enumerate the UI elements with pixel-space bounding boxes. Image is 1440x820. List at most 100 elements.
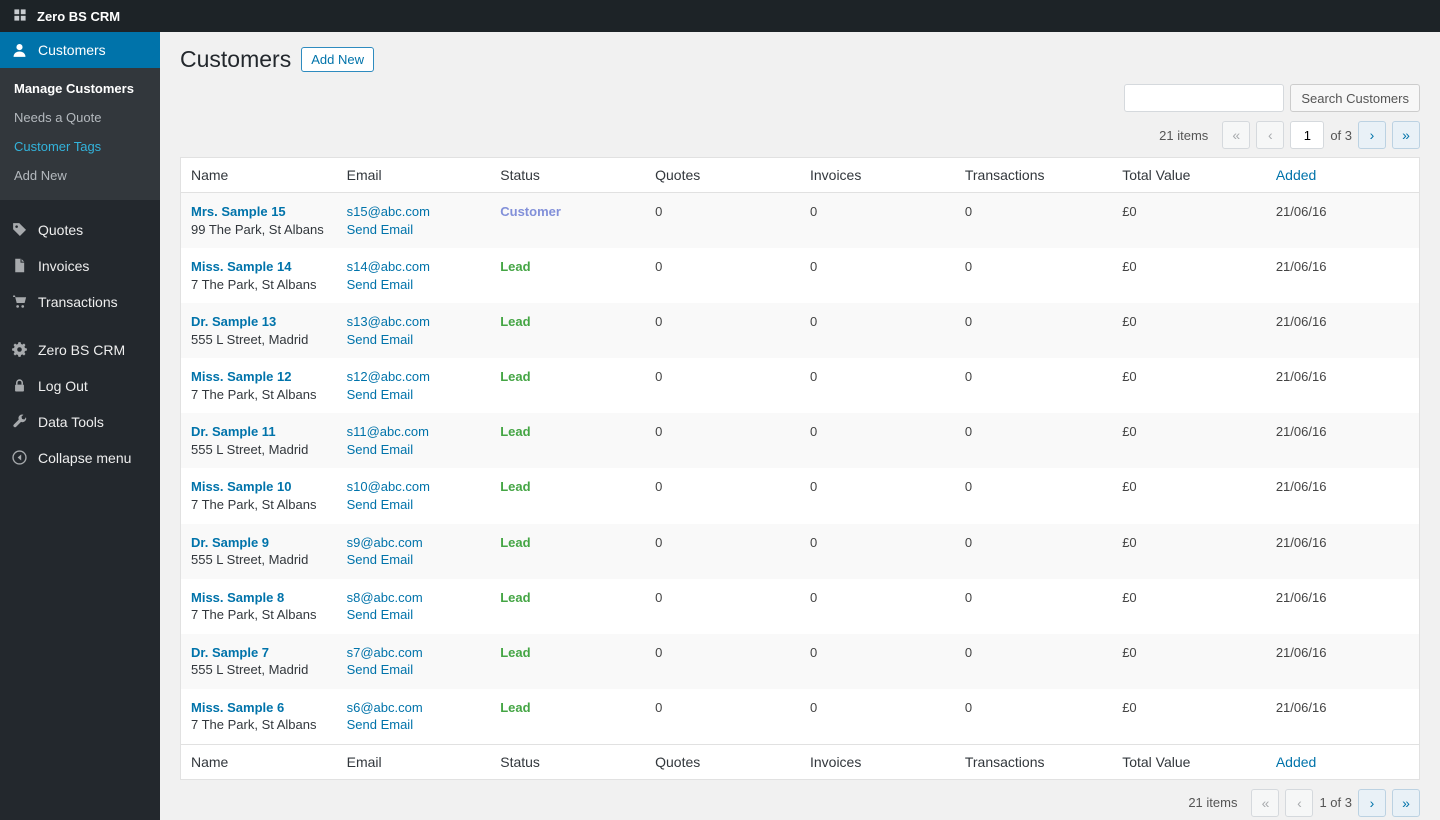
search-customers-button[interactable]: Search Customers xyxy=(1290,84,1420,112)
email-link[interactable]: s15@abc.com xyxy=(347,204,430,219)
sidebar-item-invoices[interactable]: Invoices xyxy=(0,248,160,284)
column-header-total-value: Total Value xyxy=(1112,744,1266,779)
added-cell: 21/06/16 xyxy=(1266,524,1420,579)
email-link[interactable]: s13@abc.com xyxy=(347,314,430,329)
sidebar-item-log-out[interactable]: Log Out xyxy=(0,368,160,404)
quotes-cell: 0 xyxy=(645,689,800,745)
name-cell: Mrs. Sample 1599 The Park, St Albans xyxy=(181,193,337,249)
customer-row: Dr. Sample 7555 L Street, Madrid s7@abc.c… xyxy=(181,634,1420,689)
customer-name-link[interactable]: Miss. Sample 10 xyxy=(191,479,291,494)
status-cell: Lead xyxy=(490,413,645,468)
sidebar-item-zero-bs-crm[interactable]: Zero BS CRM xyxy=(0,332,160,368)
invoices-cell: 0 xyxy=(800,634,955,689)
email-link[interactable]: s8@abc.com xyxy=(347,590,423,605)
sidebar-item-needs-a-quote[interactable]: Needs a Quote xyxy=(0,104,160,133)
sidebar-item-data-tools[interactable]: Data Tools xyxy=(0,404,160,440)
last-page-button[interactable]: » xyxy=(1392,121,1420,149)
customer-name-link[interactable]: Dr. Sample 9 xyxy=(191,535,269,550)
customer-address: 555 L Street, Madrid xyxy=(191,331,327,349)
transactions-cell: 0 xyxy=(955,468,1112,523)
table-body: Mrs. Sample 1599 The Park, St Albans s15@… xyxy=(181,193,1420,745)
send-email-link[interactable]: Send Email xyxy=(347,387,413,402)
document-icon xyxy=(9,256,29,276)
invoices-cell: 0 xyxy=(800,248,955,303)
send-email-link[interactable]: Send Email xyxy=(347,277,413,292)
email-link[interactable]: s7@abc.com xyxy=(347,645,423,660)
name-cell: Dr. Sample 11555 L Street, Madrid xyxy=(181,413,337,468)
customer-address: 7 The Park, St Albans xyxy=(191,606,327,624)
transactions-cell: 0 xyxy=(955,689,1112,745)
added-cell: 21/06/16 xyxy=(1266,303,1420,358)
status-badge: Customer xyxy=(500,204,561,219)
email-link[interactable]: s14@abc.com xyxy=(347,259,430,274)
customer-name-link[interactable]: Miss. Sample 12 xyxy=(191,369,291,384)
email-cell: s7@abc.com Send Email xyxy=(337,634,491,689)
sidebar-item-transactions[interactable]: Transactions xyxy=(0,284,160,320)
sidebar-item-collapse-menu[interactable]: Collapse menu xyxy=(0,440,160,476)
column-header-added[interactable]: Added xyxy=(1266,158,1420,193)
customer-address: 555 L Street, Madrid xyxy=(191,661,327,679)
customer-name-link[interactable]: Miss. Sample 14 xyxy=(191,259,291,274)
send-email-link[interactable]: Send Email xyxy=(347,442,413,457)
total-pages-label: of 3 xyxy=(1330,128,1352,143)
email-link[interactable]: s10@abc.com xyxy=(347,479,430,494)
customer-name-link[interactable]: Miss. Sample 8 xyxy=(191,590,284,605)
quotes-cell: 0 xyxy=(645,248,800,303)
email-link[interactable]: s6@abc.com xyxy=(347,700,423,715)
email-link[interactable]: s11@abc.com xyxy=(347,424,429,439)
customer-name-link[interactable]: Mrs. Sample 15 xyxy=(191,204,286,219)
customer-name-link[interactable]: Miss. Sample 6 xyxy=(191,700,284,715)
column-header-invoices: Invoices xyxy=(800,744,955,779)
transactions-cell: 0 xyxy=(955,413,1112,468)
zbs-logo-icon[interactable] xyxy=(12,7,30,25)
added-cell: 21/06/16 xyxy=(1266,193,1420,249)
first-page-button[interactable]: « xyxy=(1251,789,1279,817)
wrench-icon xyxy=(9,412,29,432)
sidebar-item-customers[interactable]: Customers xyxy=(0,32,160,68)
current-page-input[interactable] xyxy=(1290,121,1324,149)
prev-page-button[interactable]: ‹ xyxy=(1256,121,1284,149)
search-row: Search Customers xyxy=(180,84,1420,112)
email-cell: s14@abc.com Send Email xyxy=(337,248,491,303)
quotes-cell: 0 xyxy=(645,193,800,249)
admin-bar-title[interactable]: Zero BS CRM xyxy=(37,9,120,24)
status-badge: Lead xyxy=(500,700,530,715)
last-page-button[interactable]: » xyxy=(1392,789,1420,817)
total-value-cell: £0 xyxy=(1112,248,1266,303)
send-email-link[interactable]: Send Email xyxy=(347,222,413,237)
send-email-link[interactable]: Send Email xyxy=(347,332,413,347)
email-link[interactable]: s12@abc.com xyxy=(347,369,430,384)
next-page-button[interactable]: › xyxy=(1358,121,1386,149)
total-value-cell: £0 xyxy=(1112,193,1266,249)
invoices-cell: 0 xyxy=(800,303,955,358)
send-email-link[interactable]: Send Email xyxy=(347,607,413,622)
column-header-added[interactable]: Added xyxy=(1266,744,1420,779)
name-cell: Miss. Sample 127 The Park, St Albans xyxy=(181,358,337,413)
customers-table: NameEmailStatusQuotesInvoicesTransaction… xyxy=(180,157,1420,780)
email-cell: s10@abc.com Send Email xyxy=(337,468,491,523)
add-new-button[interactable]: Add New xyxy=(301,47,374,72)
sidebar-item-quotes[interactable]: Quotes xyxy=(0,212,160,248)
sidebar-item-customer-tags[interactable]: Customer Tags xyxy=(0,133,160,162)
first-page-button[interactable]: « xyxy=(1222,121,1250,149)
customer-name-link[interactable]: Dr. Sample 13 xyxy=(191,314,276,329)
status-cell: Lead xyxy=(490,524,645,579)
sidebar-item-manage-customers[interactable]: Manage Customers xyxy=(0,75,160,104)
column-header-name: Name xyxy=(181,744,337,779)
send-email-link[interactable]: Send Email xyxy=(347,552,413,567)
invoices-cell: 0 xyxy=(800,689,955,745)
next-page-button[interactable]: › xyxy=(1358,789,1386,817)
sidebar-item-add-new[interactable]: Add New xyxy=(0,162,160,191)
email-link[interactable]: s9@abc.com xyxy=(347,535,423,550)
send-email-link[interactable]: Send Email xyxy=(347,662,413,677)
total-value-cell: £0 xyxy=(1112,413,1266,468)
prev-page-button[interactable]: ‹ xyxy=(1285,789,1313,817)
customer-name-link[interactable]: Dr. Sample 7 xyxy=(191,645,269,660)
status-badge: Lead xyxy=(500,535,530,550)
send-email-link[interactable]: Send Email xyxy=(347,717,413,732)
search-input[interactable] xyxy=(1124,84,1284,112)
send-email-link[interactable]: Send Email xyxy=(347,497,413,512)
customer-name-link[interactable]: Dr. Sample 11 xyxy=(191,424,276,439)
customer-address: 555 L Street, Madrid xyxy=(191,551,327,569)
sidebar-item-label: Collapse menu xyxy=(38,450,131,466)
